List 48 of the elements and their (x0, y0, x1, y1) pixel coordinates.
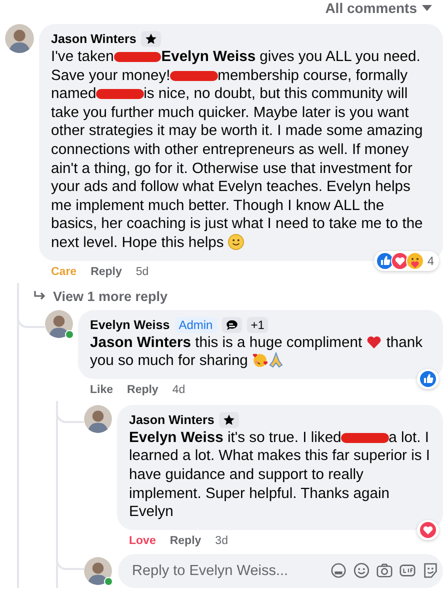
heart-emoji-icon (366, 334, 382, 350)
sticker-icon[interactable] (422, 562, 439, 580)
reply-link[interactable]: Reply (127, 384, 158, 396)
love-reaction-icon (419, 520, 437, 539)
comment-text: I've taken Evelyn Weiss gives you ALL you need. Save your money! membership course, formally named is nice, no doubt, but this community will take you further much quicker. Maybe later is you want other strategies it may be worth it. I made some amazing connections with other entrepreneurs as well. If money ain't a thing, go for it. Otherwise use that investment for your ads and follow what Evelyn teaches. Evelyn helps me implement much better. Though I know ALL the basics, her coaching is just what I need to take me to the next level. Hope this helps (51, 48, 424, 253)
avatar[interactable] (84, 404, 112, 433)
smile-emoji-icon (228, 234, 244, 250)
reaction-summary[interactable] (417, 368, 439, 389)
avatar[interactable] (45, 310, 73, 338)
like-reaction-icon (419, 370, 437, 388)
author-name[interactable]: Evelyn Weiss (90, 318, 170, 332)
more-badges-count[interactable]: +1 (246, 316, 268, 333)
admin-badge: Admin (174, 316, 217, 333)
chat-badge (222, 316, 242, 333)
sticker-comment-icon[interactable] (330, 562, 347, 580)
timestamp[interactable]: 5d (136, 266, 149, 278)
camera-icon[interactable] (376, 562, 393, 580)
comment-filter[interactable]: All comments (325, 0, 417, 16)
care-reaction-icon (406, 252, 424, 270)
redaction-mark (114, 52, 162, 62)
star-badge (219, 412, 240, 428)
reaction-summary[interactable] (417, 520, 439, 540)
avatar[interactable] (84, 556, 112, 585)
star-badge (141, 31, 162, 47)
gif-icon[interactable] (399, 562, 416, 580)
reply-arrow-icon (33, 290, 47, 302)
comment-text: Evelyn Weiss it's so true. I liked a lot. I learned a lot. What makes this far superior is I have guidance and support to really implement. Super helpful. Thanks again Evelyn (129, 428, 431, 522)
avatar[interactable] (5, 24, 34, 53)
praying-hands-icon (268, 352, 284, 368)
redaction-mark (341, 432, 389, 443)
redaction-mark (170, 70, 218, 81)
reaction-link[interactable]: Love (129, 534, 156, 547)
reply-link[interactable]: Reply (170, 534, 202, 547)
reply-link[interactable]: Reply (90, 266, 122, 278)
comment-text: Jason Winters this is a huge compliment thank you so much for sharing (90, 334, 424, 371)
author-name[interactable]: Jason Winters (51, 32, 136, 46)
timestamp[interactable]: 3d (215, 534, 228, 547)
reaction-summary[interactable]: 4 (374, 250, 439, 271)
caret-icon[interactable] (421, 4, 433, 12)
view-more-replies-link[interactable]: View 1 more reply (33, 288, 168, 304)
author-name[interactable]: Jason Winters (129, 412, 214, 427)
reply-input-field[interactable]: Reply to Evelyn Weiss... (130, 562, 324, 580)
reply-bar[interactable]: Reply to Evelyn Weiss... (118, 554, 443, 588)
reaction-link[interactable]: Like (90, 384, 114, 396)
redaction-mark (96, 89, 144, 100)
timestamp[interactable]: 4d (172, 384, 186, 396)
hearts-emoji-icon (252, 352, 268, 368)
emoji-icon[interactable] (353, 562, 370, 580)
